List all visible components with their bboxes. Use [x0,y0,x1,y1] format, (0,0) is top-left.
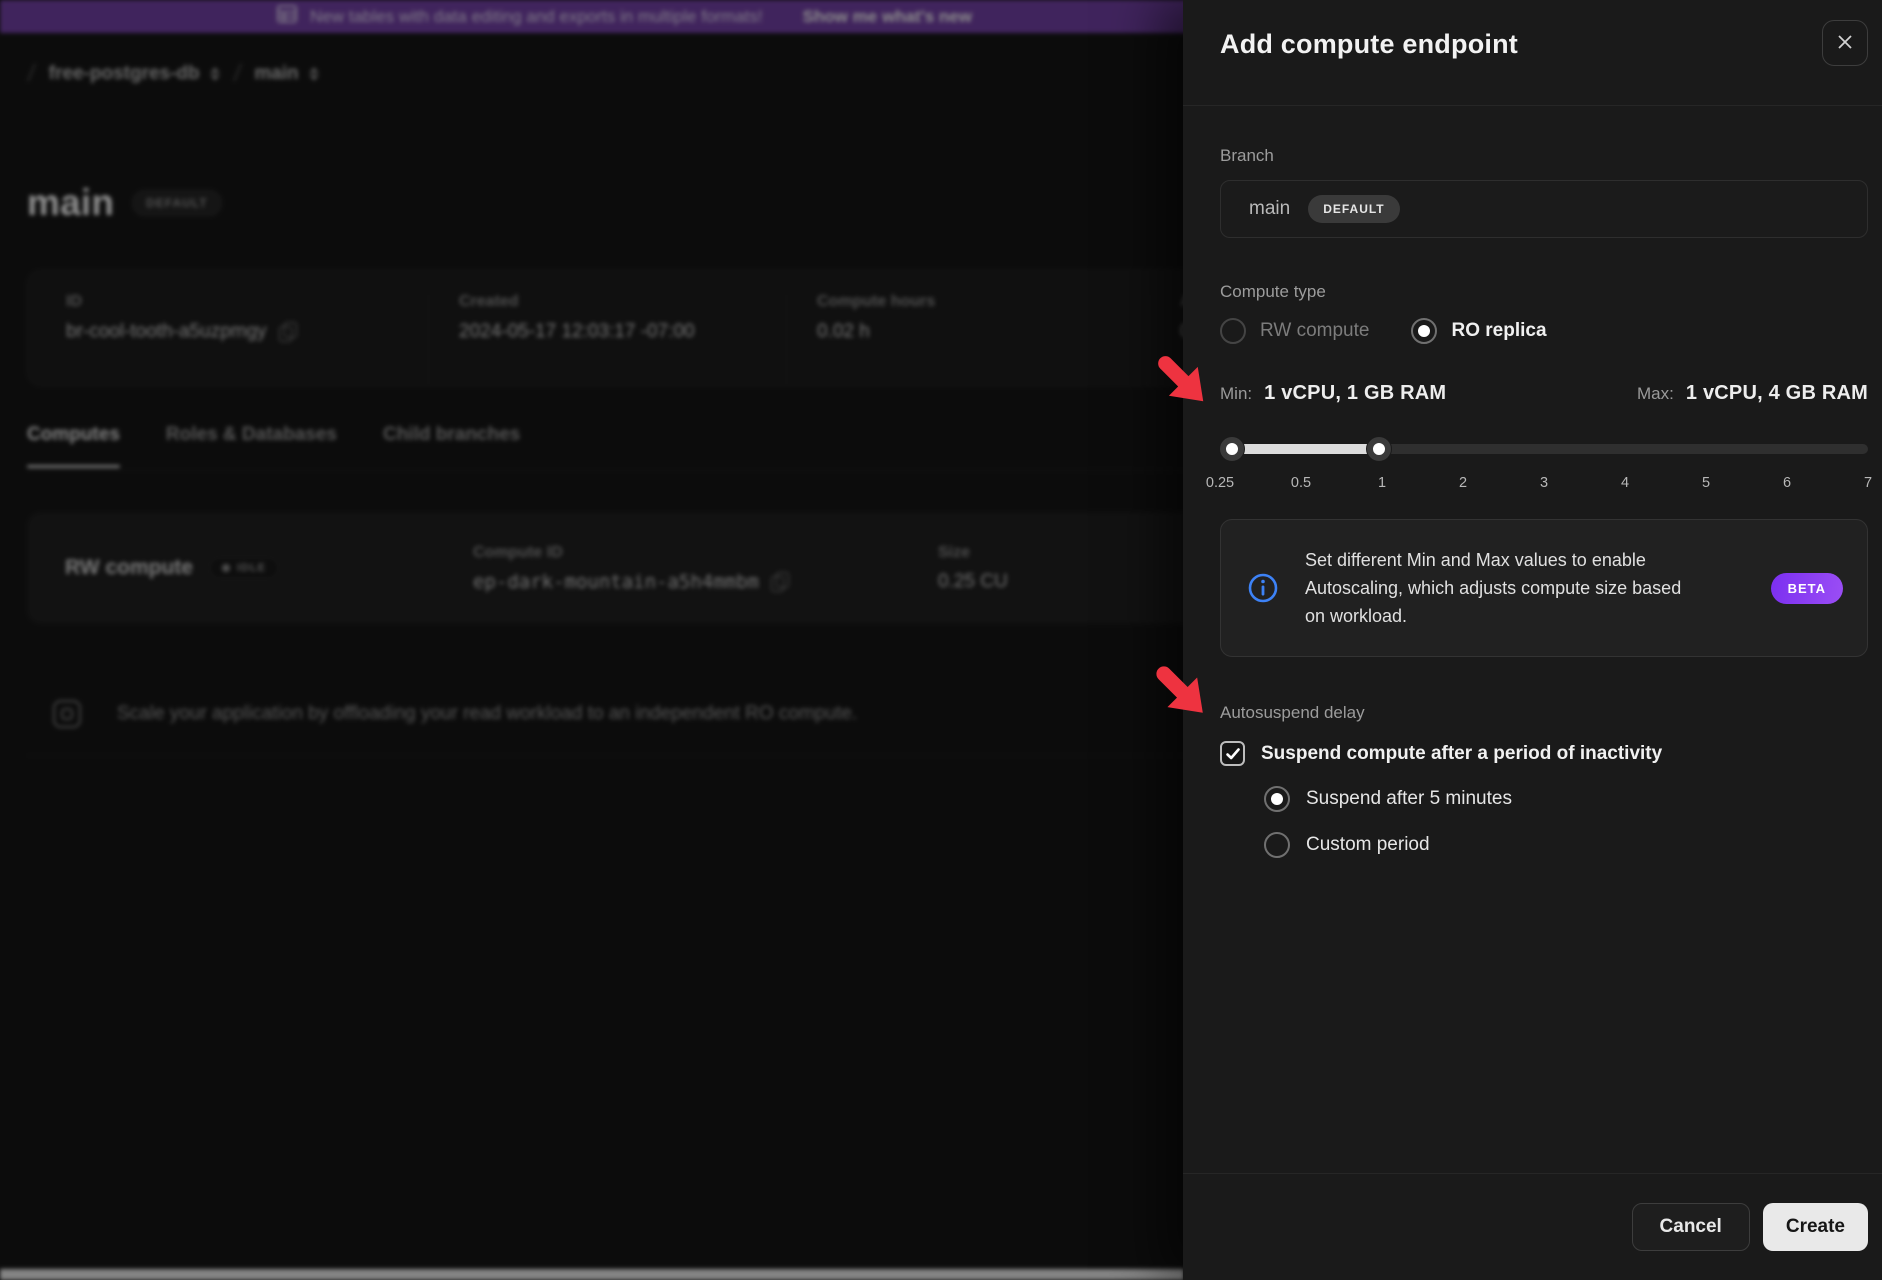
autoscaling-info-box: Set different Min and Max values to enab… [1220,519,1868,657]
banner-message: New tables with data editing and exports… [310,7,763,27]
tick-label: 0.25 [1206,475,1234,491]
panel-body: Branch main DEFAULT Compute type RW comp… [1183,146,1882,858]
radio-selected-icon [1264,786,1290,812]
status-text: IDLE [237,562,266,574]
page-title: main [27,182,114,224]
info-text: Set different Min and Max values to enab… [1305,546,1690,630]
breadcrumb-project-label: free-postgres-db [49,63,200,85]
close-icon [1835,32,1855,55]
size-value: 0.25 CU [938,571,1008,593]
breadcrumb: / free-postgres-db / main [28,60,319,88]
slider-min-handle[interactable] [1220,437,1244,461]
created-value: 2024-05-17 12:03:17 -07:00 [459,321,695,343]
tab-child-branches[interactable]: Child branches [383,424,520,468]
radio-label: Suspend after 5 minutes [1306,788,1512,810]
breadcrumb-branch-label: main [254,63,298,85]
tick-label: 7 [1864,475,1872,491]
status-dot-icon [222,564,230,572]
meta-id-column: ID br-cool-tooth-a5uzpmgy [28,293,428,385]
panel-header: Add compute endpoint [1183,0,1882,106]
min-label: Min: [1220,384,1252,404]
suspend-checkbox-row[interactable]: Suspend compute after a period of inacti… [1220,741,1868,766]
radio-icon [1264,832,1290,858]
branch-default-badge: DEFAULT [1308,195,1399,223]
radio-label: RO replica [1451,320,1546,342]
minmax-row: Min: 1 vCPU, 1 GB RAM Max: 1 vCPU, 4 GB … [1220,382,1868,405]
info-icon [1247,572,1279,604]
breadcrumb-slash: / [26,60,37,88]
tick-label: 1 [1378,475,1386,491]
meta-created-column: Created 2024-05-17 12:03:17 -07:00 [428,293,786,385]
breadcrumb-slash: / [232,60,243,88]
meta-label: Created [459,293,786,311]
radio-label: RW compute [1260,320,1369,342]
tick-label: 4 [1621,475,1629,491]
copy-icon[interactable] [279,322,297,342]
radio-ro-replica[interactable]: RO replica [1411,318,1546,344]
breadcrumb-project-selector[interactable]: free-postgres-db [49,63,220,85]
screen: New tables with data editing and exports… [0,0,1882,1280]
chevron-updown-icon [309,67,319,81]
status-badge: IDLE [209,557,279,579]
suspend-checkbox-label: Suspend compute after a period of inacti… [1261,743,1662,765]
tab-computes[interactable]: Computes [27,424,120,468]
branch-title-row: main DEFAULT [27,182,222,224]
radio-label: Custom period [1306,834,1430,856]
branch-id-value: br-cool-tooth-a5uzpmgy [66,321,267,343]
compute-type-label: Compute type [1220,282,1868,302]
branch-field-label: Branch [1220,146,1868,166]
compute-id-label: Compute ID [473,544,938,562]
bottom-scroll-strip [0,1269,1184,1280]
copy-icon[interactable] [771,572,789,592]
compute-size-slider[interactable] [1220,437,1868,461]
radio-custom-period[interactable]: Custom period [1264,832,1868,858]
branch-field[interactable]: main DEFAULT [1220,180,1868,238]
create-button[interactable]: Create [1763,1203,1868,1251]
tick-label: 2 [1459,475,1467,491]
compute-type-options: RW compute RO replica [1220,318,1868,344]
ro-compute-hint: Scale your application by offloading you… [27,672,1184,756]
slider-ticks: 0.25 0.5 1 2 3 4 5 6 7 [1220,475,1868,495]
min-value: 1 vCPU, 1 GB RAM [1264,382,1446,405]
chevron-updown-icon [210,67,220,81]
max-value: 1 vCPU, 4 GB RAM [1686,382,1868,405]
add-compute-endpoint-panel: Add compute endpoint Branch main DEFAULT… [1183,0,1882,1280]
radio-rw-compute[interactable]: RW compute [1220,318,1369,344]
default-badge: DEFAULT [132,190,221,216]
autosuspend-label: Autosuspend delay [1220,703,1868,723]
tick-label: 0.5 [1291,475,1311,491]
compute-id-column: Compute ID ep-dark-mountain-a5h4mmbm [473,544,938,593]
tick-label: 3 [1540,475,1548,491]
checkbox-checked-icon[interactable] [1220,741,1245,766]
compute-id-value: ep-dark-mountain-a5h4mmbm [473,571,759,593]
cpu-chip-icon [49,696,85,732]
branch-tabs: Computes Roles & Databases Child branche… [27,424,520,468]
meta-label: Compute hours [817,293,1149,311]
compute-hours-value: 0.02 h [817,321,870,343]
meta-compute-hours-column: Compute hours 0.02 h [786,293,1149,385]
beta-badge: BETA [1771,573,1843,604]
panel-title: Add compute endpoint [1220,20,1518,68]
breadcrumb-branch-selector[interactable]: main [254,63,318,85]
table-icon [276,3,298,30]
radio-suspend-5-minutes[interactable]: Suspend after 5 minutes [1264,786,1868,812]
slider-fill [1220,444,1379,454]
radio-selected-icon [1411,318,1437,344]
panel-footer: Cancel Create [1183,1173,1882,1280]
tick-label: 5 [1702,475,1710,491]
slider-max-handle[interactable] [1367,437,1391,461]
hint-text: Scale your application by offloading you… [117,703,857,725]
tick-label: 6 [1783,475,1791,491]
radio-icon [1220,318,1246,344]
branch-field-value: main [1249,198,1290,220]
meta-label: ID [66,293,428,311]
cancel-button[interactable]: Cancel [1632,1203,1750,1251]
max-label: Max: [1637,384,1674,404]
close-button[interactable] [1822,20,1868,66]
tab-roles-databases[interactable]: Roles & Databases [166,424,337,468]
compute-name: RW compute [65,556,193,580]
banner-link[interactable]: Show me what's new [803,7,972,27]
